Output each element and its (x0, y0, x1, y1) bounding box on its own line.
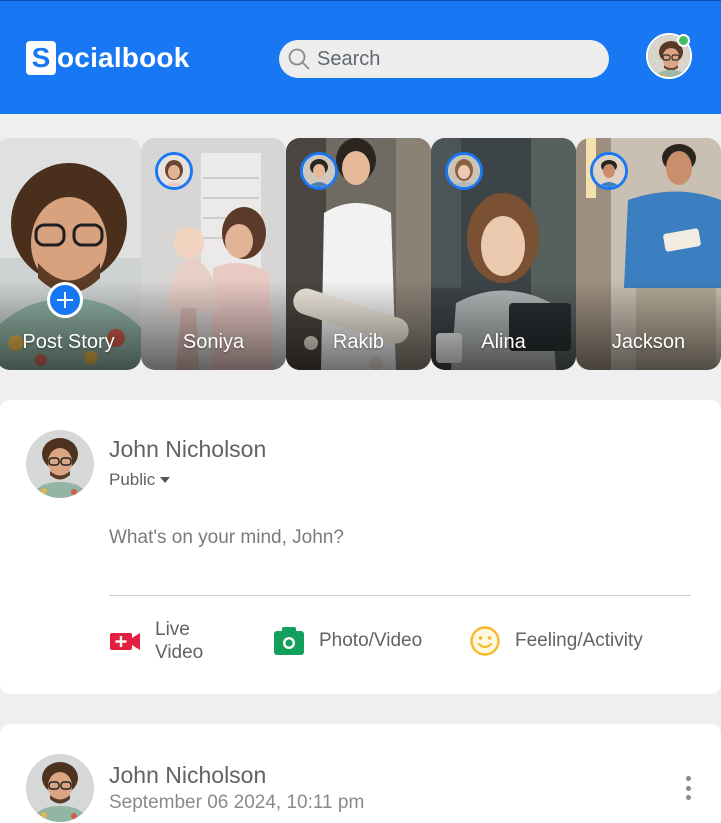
stories-strip: Post Story Soniya Rakib Alina Jackson (0, 138, 721, 370)
post-input[interactable]: What's on your mind, John? (109, 527, 344, 549)
search-input[interactable] (317, 47, 597, 71)
user-avatar[interactable] (26, 430, 94, 498)
post-card: John Nicholson September 06 2024, 10:11 … (0, 724, 721, 823)
divider (109, 595, 691, 596)
post-author-avatar[interactable] (26, 754, 94, 822)
caret-down-icon (160, 477, 171, 483)
story-alina[interactable]: Alina (431, 138, 576, 370)
privacy-label: Public (109, 470, 156, 489)
story-shade (431, 280, 576, 370)
story-avatar (590, 152, 628, 190)
photo-video-label: Photo/Video (319, 630, 423, 651)
online-status-dot (677, 34, 690, 47)
search-icon (288, 48, 310, 70)
camera-icon (274, 627, 304, 655)
post-timestamp: September 06 2024, 10:11 pm (109, 792, 365, 813)
story-label: Alina (481, 331, 526, 353)
story-shade (576, 280, 721, 370)
logo-mark: S (26, 41, 56, 75)
story-jackson[interactable]: Jackson (576, 138, 721, 370)
story-avatar (445, 152, 483, 190)
live-video-button[interactable]: Live Video (109, 618, 203, 664)
logo[interactable]: S ocialbook (26, 41, 190, 75)
feeling-activity-label: Feeling/Activity (515, 630, 643, 651)
composer-user-name: John Nicholson (109, 436, 267, 462)
story-label: Post Story (22, 331, 115, 353)
story-rakib[interactable]: Rakib (286, 138, 431, 370)
story-label: Rakib (332, 331, 385, 353)
feeling-activity-button[interactable]: Feeling/Activity (469, 625, 643, 657)
photo-video-button[interactable]: Photo/Video (273, 625, 422, 657)
story-avatar (155, 152, 193, 190)
story-label: Jackson (611, 331, 686, 353)
live-video-label: Live Video (155, 619, 204, 663)
privacy-selector[interactable]: Public (109, 470, 171, 490)
create-post-card: John Nicholson Public What's on your min… (0, 400, 721, 694)
more-options-icon[interactable] (680, 776, 696, 800)
story-shade (141, 280, 286, 370)
story-shade (286, 280, 431, 370)
top-navbar: S ocialbook (0, 0, 721, 114)
story-post-story[interactable]: Post Story (0, 138, 141, 370)
live-video-icon (110, 633, 140, 650)
post-author-name[interactable]: John Nicholson (109, 762, 266, 789)
logo-text: ocialbook (57, 42, 190, 73)
plus-icon[interactable] (47, 282, 83, 318)
smiley-icon (470, 626, 500, 656)
story-soniya[interactable]: Soniya (141, 138, 286, 370)
search-bar[interactable] (279, 40, 609, 78)
story-label: Soniya (182, 331, 245, 353)
story-avatar (300, 152, 338, 190)
